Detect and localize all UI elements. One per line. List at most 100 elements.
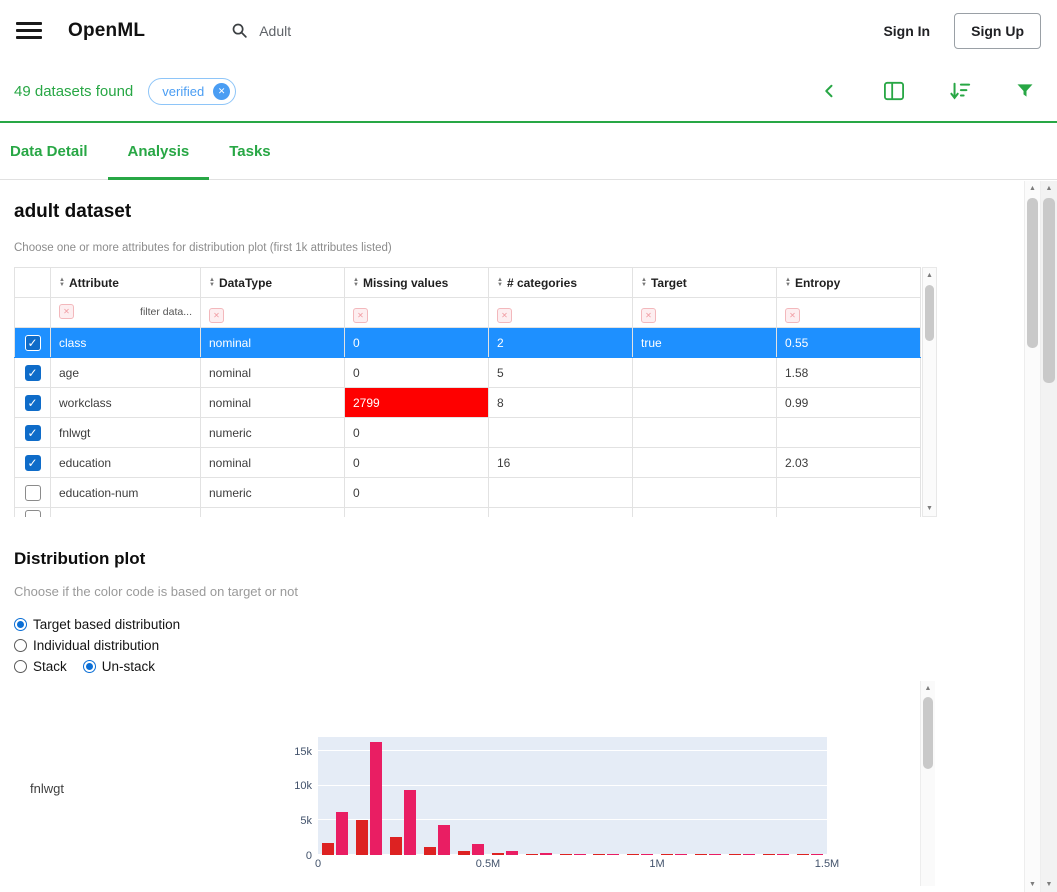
col-header-target[interactable]: Target: [632, 267, 777, 298]
sort-arrows-icon: [641, 278, 647, 288]
table-scrollbar[interactable]: [922, 267, 937, 517]
search-input[interactable]: Adult: [259, 23, 291, 39]
checkbox-cell: [14, 447, 51, 478]
cell-datatype: nominal: [200, 387, 345, 418]
radio-stack[interactable]: Stack: [14, 658, 67, 675]
filter-cell-num-categories[interactable]: [488, 297, 633, 328]
filter-input[interactable]: filter data...: [140, 299, 192, 327]
row-checkbox[interactable]: [24, 334, 41, 351]
chip-close-icon[interactable]: [213, 82, 231, 100]
cell-attribute: education-num: [50, 477, 201, 508]
column-view-icon[interactable]: [883, 81, 905, 101]
clear-filter-icon[interactable]: [209, 308, 224, 323]
tab-analysis[interactable]: Analysis: [107, 123, 210, 180]
scroll-down-icon[interactable]: [923, 501, 936, 516]
row-checkbox[interactable]: [24, 510, 41, 517]
page-scrollbar[interactable]: [1040, 181, 1057, 892]
table-row[interactable]: education-num numeric 0: [14, 477, 921, 508]
scroll-down-icon[interactable]: [1025, 877, 1040, 892]
scroll-up-icon[interactable]: [1041, 181, 1057, 196]
sign-in-link[interactable]: Sign In: [883, 23, 930, 39]
radio-icon[interactable]: [14, 639, 27, 652]
tab-data-detail[interactable]: Data Detail: [0, 123, 108, 179]
verified-filter-chip[interactable]: verified: [148, 77, 237, 105]
scroll-down-icon[interactable]: [1041, 877, 1057, 892]
plot-scrollbar-thumb[interactable]: [923, 697, 933, 769]
filter-cell-entropy[interactable]: [776, 297, 921, 328]
filter-cell-missing-values[interactable]: [344, 297, 489, 328]
cell-entropy: [776, 477, 921, 508]
cell-attribute: education: [50, 447, 201, 478]
clear-filter-icon[interactable]: [59, 304, 74, 319]
cell-num-categories: [488, 417, 633, 448]
scroll-up-icon[interactable]: [921, 681, 935, 696]
radio-unstack[interactable]: Un-stack: [82, 658, 155, 675]
cell-missing-values: 2799: [344, 387, 489, 418]
col-header-num-categories[interactable]: # categories: [488, 267, 633, 298]
search-box[interactable]: Adult: [231, 22, 291, 39]
attribute-table: Attribute DataType Missing values # cate…: [14, 267, 921, 517]
chip-label: verified: [162, 83, 205, 99]
filter-icon[interactable]: [1015, 81, 1035, 101]
table-row[interactable]: educationnominal016 2.03: [14, 447, 921, 478]
scroll-up-icon[interactable]: [1025, 181, 1040, 196]
table-row[interactable]: fnlwgtnumeric0: [14, 417, 921, 448]
col-header-entropy[interactable]: Entropy: [776, 267, 921, 298]
histogram-bar: [695, 854, 708, 855]
cell-target: [632, 477, 777, 508]
radio-target-based[interactable]: Target based distribution: [14, 616, 1057, 633]
sign-up-button[interactable]: Sign Up: [954, 12, 1041, 49]
sort-icon[interactable]: [949, 81, 971, 101]
table-row[interactable]: agenominal05 1.58: [14, 357, 921, 388]
row-checkbox[interactable]: [24, 394, 41, 411]
cell-entropy: 0.99: [776, 387, 921, 418]
page-scrollbar-thumb[interactable]: [1043, 198, 1055, 383]
histogram-bar: [573, 854, 586, 855]
cell-datatype: numeric: [200, 477, 345, 508]
col-label: Target: [650, 275, 687, 290]
histogram-bin: [657, 854, 691, 855]
scroll-up-icon[interactable]: [923, 268, 936, 283]
filter-cell-target[interactable]: [632, 297, 777, 328]
row-checkbox[interactable]: [24, 454, 41, 471]
content-scrollbar[interactable]: [1024, 181, 1040, 892]
histogram-bar: [335, 812, 348, 855]
filter-cell-datatype[interactable]: [200, 297, 345, 328]
cell-missing-values: 0: [344, 477, 489, 508]
top-navbar: OpenML Adult Sign In Sign Up: [0, 0, 1057, 61]
plot-scrollbar[interactable]: [920, 681, 935, 886]
histogram-bar: [627, 854, 640, 855]
menu-icon[interactable]: [16, 22, 42, 39]
col-header-attribute[interactable]: Attribute: [50, 267, 201, 298]
clear-filter-icon[interactable]: [785, 308, 800, 323]
table-scrollbar-thumb[interactable]: [925, 285, 934, 341]
radio-individual[interactable]: Individual distribution: [14, 637, 1057, 654]
histogram-bar: [709, 854, 722, 855]
row-checkbox[interactable]: [24, 484, 41, 501]
collapse-chevron-icon[interactable]: [821, 82, 839, 100]
dataset-title: adult dataset: [14, 201, 132, 222]
histogram-bar: [471, 843, 484, 855]
row-checkbox[interactable]: [24, 364, 41, 381]
row-checkbox[interactable]: [24, 424, 41, 441]
content-scrollbar-thumb[interactable]: [1027, 198, 1038, 348]
header-checkbox-cell: [14, 267, 51, 298]
table-row[interactable]: [14, 507, 921, 517]
cell-attribute: age: [50, 357, 201, 388]
clear-filter-icon[interactable]: [497, 308, 512, 323]
clear-filter-icon[interactable]: [641, 308, 656, 323]
filter-cell-attribute[interactable]: filter data...: [50, 297, 201, 328]
tab-tasks[interactable]: Tasks: [209, 123, 290, 179]
col-header-missing-values[interactable]: Missing values: [344, 267, 489, 298]
table-row[interactable]: classnominal02true0.55: [14, 327, 921, 358]
clear-filter-icon[interactable]: [353, 308, 368, 323]
radio-icon[interactable]: [14, 660, 27, 673]
radio-icon[interactable]: [82, 660, 96, 673]
table-row[interactable]: workclassnominal27998 0.99: [14, 387, 921, 418]
checkbox-cell: [14, 417, 51, 448]
col-header-datatype[interactable]: DataType: [200, 267, 345, 298]
histogram-bin: [522, 853, 556, 855]
radio-icon[interactable]: [14, 618, 27, 631]
cell-attribute: workclass: [50, 387, 201, 418]
cell-attribute: [50, 507, 201, 517]
